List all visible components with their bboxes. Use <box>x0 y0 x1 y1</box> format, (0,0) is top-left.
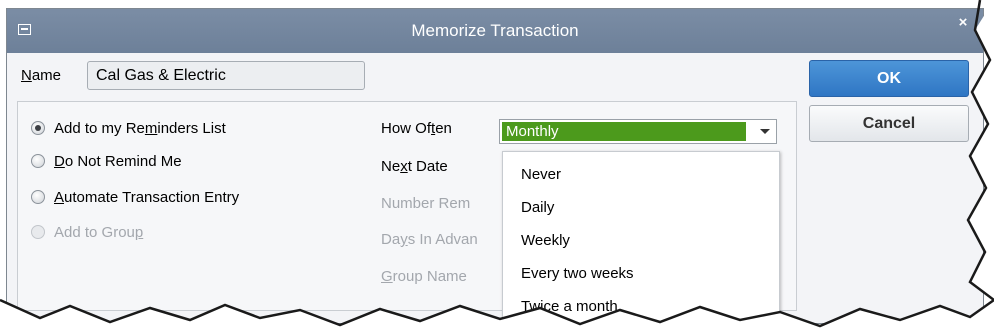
dropdown-option-daily[interactable]: Daily <box>521 199 554 216</box>
radio-automate-entry[interactable]: Automate Transaction Entry <box>31 186 239 208</box>
next-date-label: Next Date <box>381 158 448 175</box>
memorize-transaction-dialog: Memorize Transaction × Name OK Cancel Ad… <box>6 8 984 324</box>
days-in-advance-label: Days In Advan <box>381 231 478 248</box>
dropdown-option-weekly[interactable]: Weekly <box>521 232 570 249</box>
chevron-down-icon[interactable] <box>760 129 770 134</box>
frequency-dropdown-list: Never Daily Weekly Every two weeks Twice… <box>502 151 780 323</box>
dropdown-option-twice-a-month[interactable]: Twice a month <box>521 298 618 315</box>
radio-label: Add to Group <box>54 223 144 241</box>
dialog-title: Memorize Transaction <box>411 21 579 40</box>
radio-button[interactable] <box>31 154 45 168</box>
dropdown-option-never[interactable]: Never <box>521 166 561 183</box>
close-icon[interactable]: × <box>955 15 971 31</box>
how-often-select[interactable]: Monthly <box>499 119 777 144</box>
cancel-button[interactable]: Cancel <box>809 105 969 142</box>
radio-button-checked[interactable] <box>31 121 45 135</box>
name-input[interactable] <box>87 61 365 90</box>
radio-label: Automate Transaction Entry <box>54 188 240 206</box>
radio-label: Do Not Remind Me <box>54 152 182 170</box>
radio-add-to-reminders[interactable]: Add to my Reminders List <box>31 117 226 139</box>
radio-add-to-group: Add to Group <box>31 221 143 243</box>
number-remaining-label: Number Rem <box>381 195 471 212</box>
radio-button-disabled <box>31 225 45 239</box>
how-often-label: How Often <box>381 120 452 137</box>
ok-button[interactable]: OK <box>809 60 969 97</box>
name-label: Name <box>21 67 62 84</box>
title-bar[interactable]: Memorize Transaction × <box>7 9 983 53</box>
dropdown-option-every-two-weeks[interactable]: Every two weeks <box>521 265 634 282</box>
radio-do-not-remind[interactable]: Do Not Remind Me <box>31 150 182 172</box>
how-often-selected-value: Monthly <box>502 122 746 141</box>
group-name-label: Group Name <box>381 268 467 285</box>
radio-button[interactable] <box>31 190 45 204</box>
radio-label: Add to my Reminders List <box>54 119 226 137</box>
